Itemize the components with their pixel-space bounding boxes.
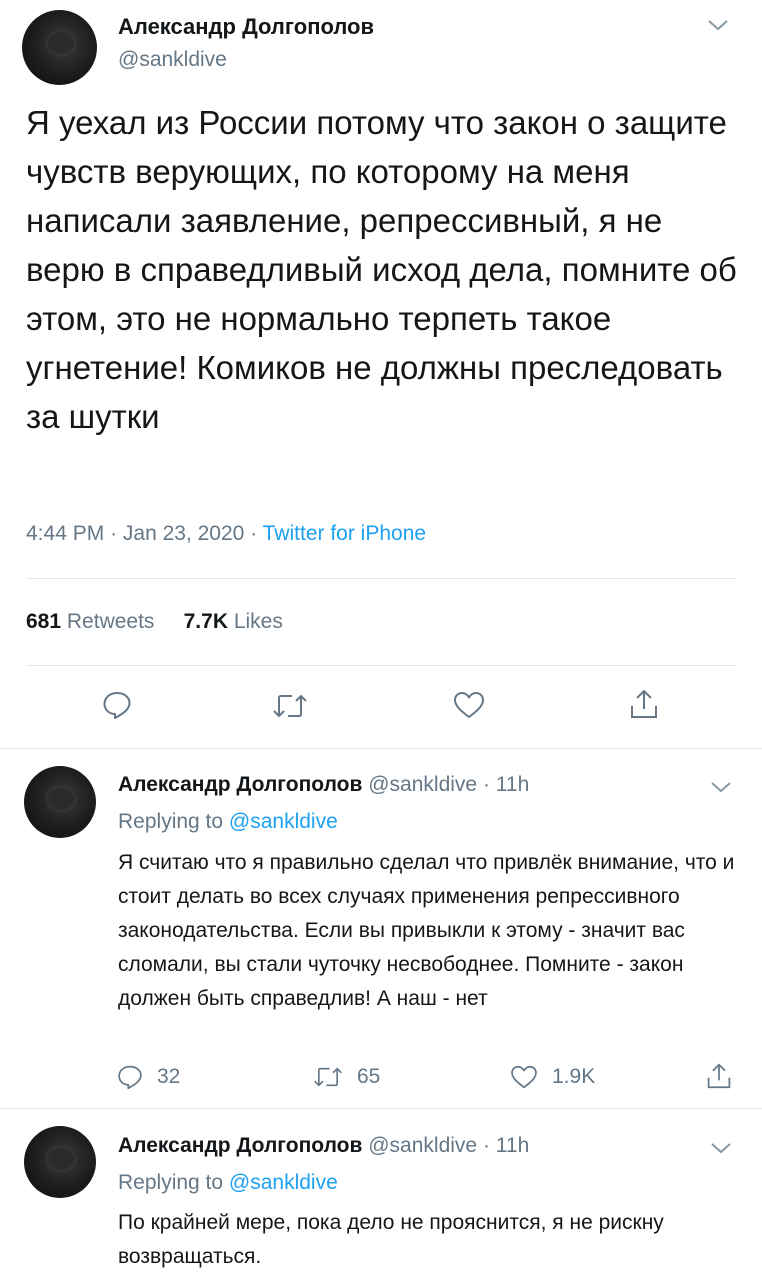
- like-button[interactable]: 1.9K: [510, 1065, 595, 1089]
- retweets-count: 681: [26, 610, 62, 633]
- retweet-button[interactable]: [272, 692, 308, 720]
- like-count: 1.9K: [552, 1065, 596, 1088]
- likes-count: 7.7K: [183, 610, 228, 633]
- author-name[interactable]: Александр Долгополов: [118, 1134, 362, 1157]
- replying-to-label: Replying to: [118, 1171, 224, 1194]
- reply-button[interactable]: [102, 690, 132, 720]
- divider: [0, 1108, 762, 1109]
- share-icon: [631, 689, 657, 718]
- divider: [26, 578, 736, 579]
- retweet-icon: [273, 694, 307, 718]
- replying-to: Replying to @sankldive: [118, 810, 338, 834]
- share-button[interactable]: [706, 1062, 732, 1090]
- tweet-text: Я уехал из России потому что закон о защ…: [26, 104, 737, 435]
- meta-separator: ·: [110, 522, 118, 545]
- author-handle[interactable]: @sankldive: [368, 1134, 477, 1157]
- author-handle[interactable]: @sankldive: [368, 773, 477, 796]
- meta-separator: ·: [250, 522, 258, 545]
- replying-to-handle[interactable]: @sankldive: [229, 810, 338, 833]
- replying-to-label: Replying to: [118, 810, 224, 833]
- retweet-icon: [314, 1067, 342, 1087]
- retweet-button[interactable]: 65: [313, 1065, 380, 1089]
- reply-header: Александр Долгополов @sankldive · 11h: [118, 773, 529, 797]
- avatar[interactable]: [24, 1126, 96, 1198]
- reply-icon: [118, 1065, 142, 1090]
- heart-icon: [511, 1065, 537, 1089]
- author-name[interactable]: Александр Долгополов: [118, 773, 362, 796]
- tweet-meta: 4:44 PM · Jan 23, 2020 · Twitter for iPh…: [26, 522, 426, 546]
- meta-separator: ·: [477, 1134, 496, 1157]
- likes-label: Likes: [233, 610, 283, 633]
- retweet-count: 65: [357, 1065, 381, 1088]
- reply-count: 32: [157, 1065, 181, 1088]
- reply-header: Александр Долгополов @sankldive · 11h: [118, 1134, 529, 1158]
- like-button[interactable]: [453, 691, 485, 719]
- chevron-down-icon[interactable]: [710, 1141, 732, 1155]
- avatar[interactable]: [24, 766, 96, 838]
- reply-text: По крайней мере, пока дело не прояснится…: [118, 1211, 664, 1268]
- reply-age: 11h: [495, 773, 530, 796]
- divider: [0, 748, 762, 749]
- tweet-source-link[interactable]: Twitter for iPhone: [263, 522, 426, 545]
- avatar[interactable]: [22, 10, 97, 85]
- author-handle[interactable]: @sankldive: [118, 48, 227, 72]
- chevron-down-icon[interactable]: [710, 780, 732, 794]
- likes-stat[interactable]: 7.7K Likes: [184, 610, 283, 633]
- chevron-down-icon[interactable]: [707, 18, 729, 32]
- share-button[interactable]: [629, 688, 659, 720]
- share-icon: [707, 1063, 731, 1089]
- reply-button[interactable]: 32: [117, 1064, 180, 1090]
- reply-age: 11h: [495, 1134, 530, 1157]
- heart-icon: [454, 692, 484, 718]
- meta-separator: ·: [477, 773, 496, 796]
- tweet-stats: 681 Retweets 7.7K Likes: [26, 610, 283, 634]
- reply-icon: [103, 692, 131, 719]
- reply-text: Я считаю что я правильно сделал что прив…: [118, 851, 735, 1010]
- tweet-date: Jan 23, 2020: [122, 522, 245, 545]
- replying-to: Replying to @sankldive: [118, 1171, 338, 1195]
- retweets-stat[interactable]: 681 Retweets: [26, 610, 154, 633]
- tweet-time: 4:44 PM: [26, 522, 105, 545]
- retweets-label: Retweets: [66, 610, 155, 633]
- author-name[interactable]: Александр Долгополов: [118, 14, 374, 40]
- divider: [26, 665, 736, 666]
- replying-to-handle[interactable]: @sankldive: [229, 1171, 338, 1194]
